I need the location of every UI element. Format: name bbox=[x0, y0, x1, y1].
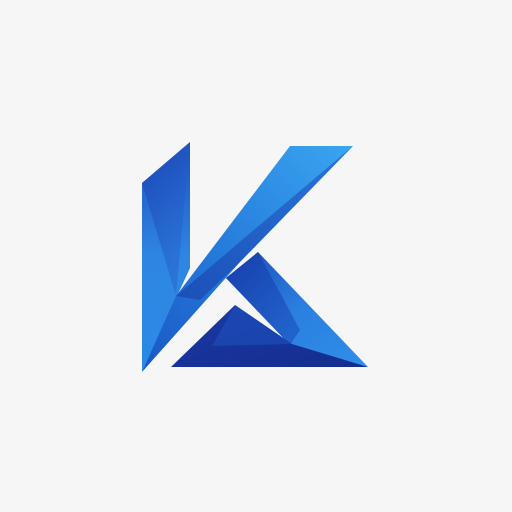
k-logo-icon bbox=[142, 142, 368, 372]
icon-canvas bbox=[0, 0, 512, 512]
